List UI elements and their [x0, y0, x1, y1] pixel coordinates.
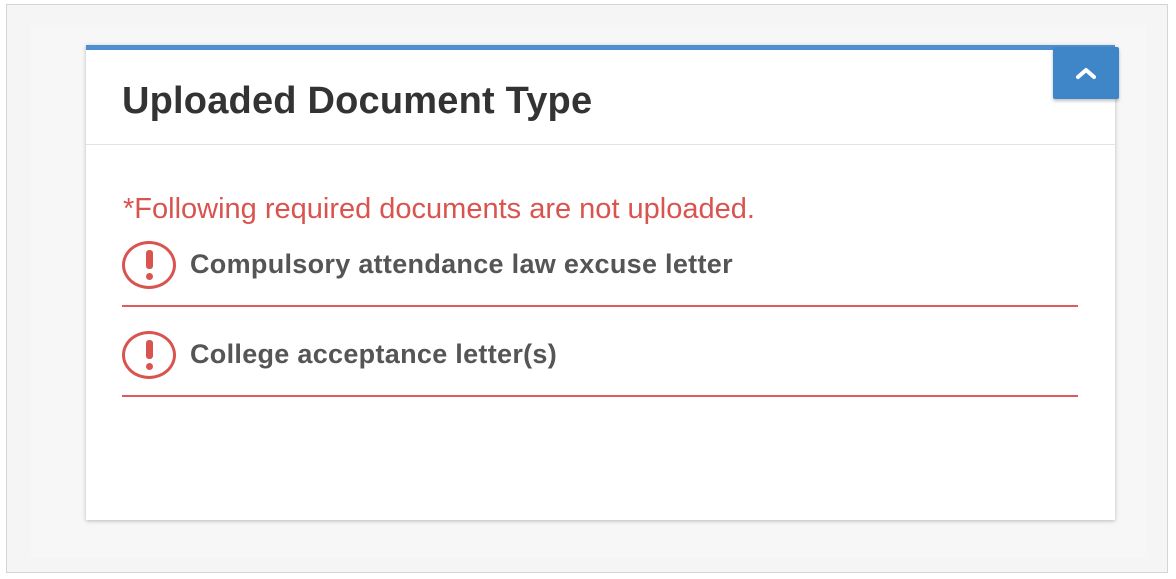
- chevron-up-icon: [1076, 68, 1096, 79]
- panel-title: Uploaded Document Type: [122, 80, 593, 122]
- alert-circle-icon: [122, 241, 176, 289]
- missing-document-label: Compulsory attendance law excuse letter: [190, 249, 733, 279]
- uploaded-document-type-panel: Uploaded Document Type *Following requir…: [86, 45, 1119, 520]
- alert-circle-icon: [122, 331, 176, 379]
- missing-document-label: College acceptance letter(s): [190, 339, 558, 369]
- missing-document-item: College acceptance letter(s): [122, 329, 1078, 397]
- panel-header: Uploaded Document Type: [86, 47, 1119, 145]
- missing-documents-warning: *Following required documents are not up…: [123, 193, 755, 225]
- missing-document-item: Compulsory attendance law excuse letter: [122, 239, 1078, 307]
- collapse-panel-button[interactable]: [1053, 47, 1119, 99]
